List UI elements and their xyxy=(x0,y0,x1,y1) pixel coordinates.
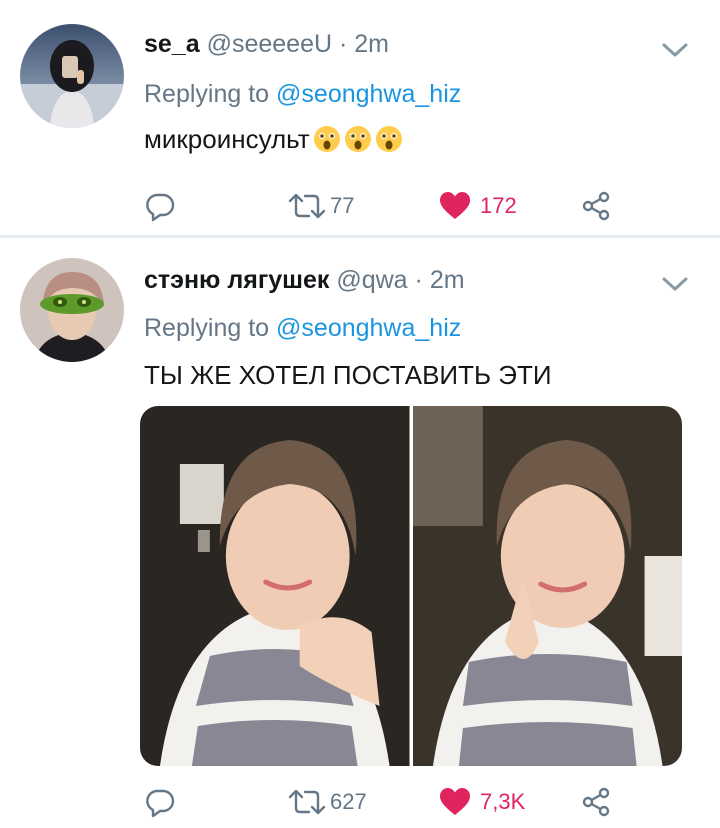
retweet-icon xyxy=(288,789,326,815)
comment-icon xyxy=(146,193,175,222)
retweet-count: 77 xyxy=(330,193,355,218)
reply-button[interactable] xyxy=(144,186,176,226)
display-name[interactable]: стэню лягушек xyxy=(144,266,329,294)
chevron-down-icon[interactable] xyxy=(660,274,690,294)
share-icon xyxy=(582,787,610,817)
retweet-icon xyxy=(288,193,326,219)
tweet-actions: 77 172 xyxy=(140,186,640,226)
mention-link[interactable]: @seonghwa_hiz xyxy=(276,80,461,108)
user-handle[interactable]: @seeeeeU xyxy=(207,30,332,58)
tweet-header: стэню лягушек @qwa · 2m xyxy=(144,266,465,295)
photo-right[interactable] xyxy=(412,406,683,766)
tweet-text: ТЫ ЖЕ ХОТЕЛ ПОСТАВИТЬ ЭТИ xyxy=(144,360,552,391)
comment-icon xyxy=(146,789,175,818)
like-count: 7,3K xyxy=(480,789,526,814)
timestamp[interactable]: 2m xyxy=(354,30,389,58)
photo-left[interactable] xyxy=(140,406,410,766)
user-handle[interactable]: @qwa xyxy=(336,266,407,294)
astonished-face-icon xyxy=(313,126,340,152)
share-icon xyxy=(582,191,610,221)
display-name[interactable]: se_a xyxy=(144,30,200,58)
tweet[interactable]: стэню лягушек @qwa · 2m Replying to @seo… xyxy=(0,238,720,828)
tweet-text-content: ТЫ ЖЕ ХОТЕЛ ПОСТАВИТЬ ЭТИ xyxy=(144,360,552,390)
tweet[interactable]: se_a @seeeeeU · 2m Replying to @seonghwa… xyxy=(0,0,720,236)
astonished-face-icon xyxy=(375,126,402,152)
share-button[interactable] xyxy=(580,782,612,822)
tweet-header: se_a @seeeeeU · 2m xyxy=(144,30,389,59)
retweet-count: 627 xyxy=(330,789,367,814)
chevron-down-icon[interactable] xyxy=(660,40,690,60)
retweet-button[interactable]: 627 xyxy=(286,782,367,822)
share-button[interactable] xyxy=(580,186,612,226)
separator-dot: · xyxy=(338,30,348,58)
replying-to-line: Replying to @seonghwa_hiz xyxy=(144,314,461,343)
replying-prefix: Replying to xyxy=(144,314,270,342)
heart-icon xyxy=(440,788,470,815)
like-button[interactable]: 172 xyxy=(438,186,517,226)
replying-to-line: Replying to @seonghwa_hiz xyxy=(144,80,461,109)
tweet-text: микроинсульт xyxy=(144,124,403,155)
avatar[interactable] xyxy=(20,24,124,128)
like-button[interactable]: 7,3K xyxy=(438,782,525,822)
separator-dot: · xyxy=(414,266,423,294)
like-count: 172 xyxy=(480,193,517,218)
avatar-photo xyxy=(20,258,124,362)
tweet-actions: 627 7,3K xyxy=(140,782,640,822)
mention-link[interactable]: @seonghwa_hiz xyxy=(276,314,461,342)
tweet-text-content: микроинсульт xyxy=(144,124,310,154)
astonished-face-icon xyxy=(344,126,371,152)
replying-prefix: Replying to xyxy=(144,80,270,108)
avatar[interactable] xyxy=(20,258,124,362)
media-grid xyxy=(140,406,682,766)
heart-icon xyxy=(440,192,470,219)
timestamp[interactable]: 2m xyxy=(430,266,465,294)
reply-button[interactable] xyxy=(144,782,176,822)
retweet-button[interactable]: 77 xyxy=(286,186,354,226)
avatar-photo xyxy=(20,24,124,128)
